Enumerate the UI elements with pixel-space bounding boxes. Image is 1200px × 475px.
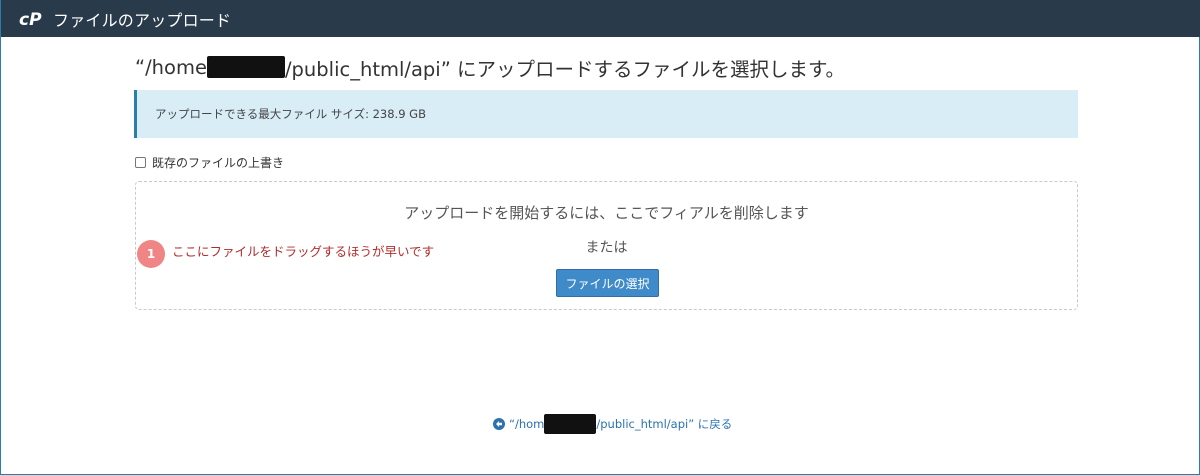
select-file-button[interactable]: ファイルの選択 xyxy=(556,269,659,297)
back-link-prefix[interactable]: “/hom xyxy=(509,417,544,431)
max-size-text: アップロードできる最大ファイル サイズ: 238.9 GB xyxy=(155,107,426,121)
back-link-suffix[interactable]: /public_html/api” に戻る xyxy=(596,416,732,432)
back-link[interactable]: “/hom/public_html/api” に戻る xyxy=(493,414,732,434)
overwrite-checkbox[interactable] xyxy=(135,157,146,168)
redacted-username xyxy=(544,414,597,434)
cpanel-logo-icon[interactable]: cP xyxy=(19,9,47,29)
drop-instruction: アップロードを開始するには、ここでフィアルを削除します xyxy=(404,204,809,222)
overwrite-label[interactable]: 既存のファイルの上書き xyxy=(152,154,284,171)
annotation-number-badge: 1 xyxy=(137,240,165,268)
page-title: “/home/public_html/api” にアップロードするファイルを選択… xyxy=(135,50,845,84)
arrow-left-circle-icon xyxy=(493,418,505,430)
app-title: ファイルのアップロード xyxy=(53,10,232,30)
overwrite-option[interactable]: 既存のファイルの上書き xyxy=(135,154,284,171)
redacted-username xyxy=(206,56,285,78)
page-title-suffix: /public_html/api” にアップロードするファイルを選択します。 xyxy=(284,57,846,81)
svg-text:cP: cP xyxy=(19,10,42,29)
page: cP ファイルのアップロード “/home/public_html/api” に… xyxy=(0,0,1200,475)
page-title-prefix: “/home xyxy=(135,55,207,79)
top-bar: cP ファイルのアップロード xyxy=(1,0,1200,37)
annotation-text: ここにファイルをドラッグするほうが早いです xyxy=(172,244,435,259)
max-size-info: アップロードできる最大ファイル サイズ: 238.9 GB xyxy=(134,90,1078,138)
